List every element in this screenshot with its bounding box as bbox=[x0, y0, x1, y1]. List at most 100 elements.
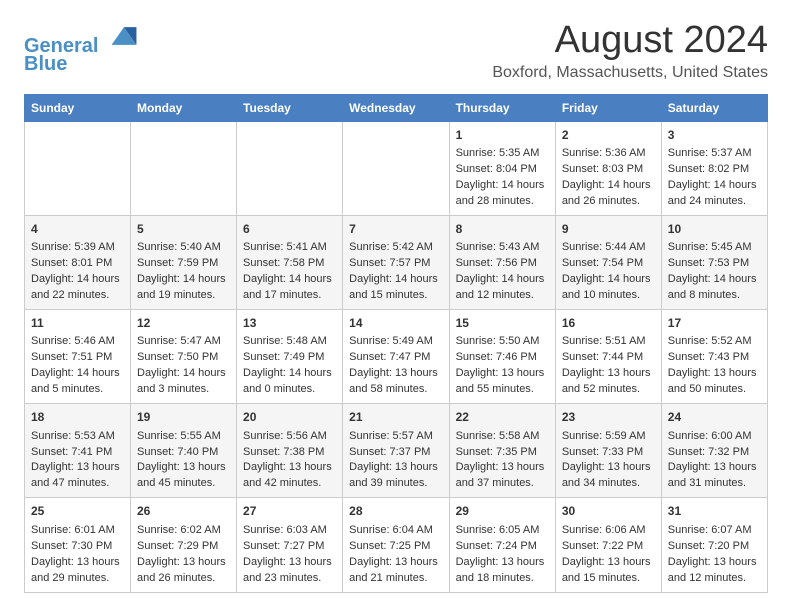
cell-text: and 23 minutes. bbox=[243, 571, 337, 587]
cell-text: Daylight: 14 hours bbox=[243, 272, 337, 288]
day-number: 7 bbox=[349, 221, 443, 238]
cell-text: Daylight: 14 hours bbox=[349, 272, 443, 288]
calendar-cell bbox=[237, 121, 343, 215]
day-number: 3 bbox=[668, 127, 762, 144]
calendar-cell: 5Sunrise: 5:40 AMSunset: 7:59 PMDaylight… bbox=[131, 215, 237, 309]
cell-text: Sunrise: 5:43 AM bbox=[456, 240, 550, 256]
cell-text: Daylight: 13 hours bbox=[349, 366, 443, 382]
calendar-cell bbox=[25, 121, 131, 215]
cell-text: Daylight: 14 hours bbox=[31, 272, 125, 288]
cell-text: Daylight: 14 hours bbox=[668, 178, 762, 194]
cell-text: Sunrise: 5:56 AM bbox=[243, 429, 337, 445]
cell-text: Sunrise: 5:48 AM bbox=[243, 334, 337, 350]
day-number: 11 bbox=[31, 315, 125, 332]
cell-text: Sunset: 8:01 PM bbox=[31, 256, 125, 272]
cell-text: and 15 minutes. bbox=[349, 288, 443, 304]
cell-text: Sunset: 8:04 PM bbox=[456, 162, 550, 178]
calendar-cell: 24Sunrise: 6:00 AMSunset: 7:32 PMDayligh… bbox=[661, 404, 767, 498]
cell-text: Sunrise: 6:00 AM bbox=[668, 429, 762, 445]
calendar-cell: 3Sunrise: 5:37 AMSunset: 8:02 PMDaylight… bbox=[661, 121, 767, 215]
day-number: 19 bbox=[137, 409, 231, 426]
cell-text: and 5 minutes. bbox=[31, 382, 125, 398]
cell-text: and 50 minutes. bbox=[668, 382, 762, 398]
calendar-cell: 15Sunrise: 5:50 AMSunset: 7:46 PMDayligh… bbox=[449, 310, 555, 404]
cell-text: Sunset: 8:03 PM bbox=[562, 162, 656, 178]
calendar-cell: 7Sunrise: 5:42 AMSunset: 7:57 PMDaylight… bbox=[343, 215, 449, 309]
logo: General Blue bbox=[24, 20, 140, 76]
calendar-cell: 6Sunrise: 5:41 AMSunset: 7:58 PMDaylight… bbox=[237, 215, 343, 309]
cell-text: and 15 minutes. bbox=[562, 571, 656, 587]
calendar-cell: 17Sunrise: 5:52 AMSunset: 7:43 PMDayligh… bbox=[661, 310, 767, 404]
cell-text: Sunrise: 5:45 AM bbox=[668, 240, 762, 256]
cell-text: Sunrise: 5:53 AM bbox=[31, 429, 125, 445]
cell-text: Daylight: 14 hours bbox=[31, 366, 125, 382]
cell-text: Sunset: 7:24 PM bbox=[456, 539, 550, 555]
day-number: 15 bbox=[456, 315, 550, 332]
cell-text: Daylight: 14 hours bbox=[562, 178, 656, 194]
cell-text: Sunrise: 5:37 AM bbox=[668, 146, 762, 162]
day-number: 27 bbox=[243, 503, 337, 520]
cell-text: Sunrise: 5:47 AM bbox=[137, 334, 231, 350]
cell-text: and 29 minutes. bbox=[31, 571, 125, 587]
cell-text: and 52 minutes. bbox=[562, 382, 656, 398]
day-number: 14 bbox=[349, 315, 443, 332]
cell-text: Sunset: 7:50 PM bbox=[137, 350, 231, 366]
cell-text: and 45 minutes. bbox=[137, 476, 231, 492]
week-row-4: 18 Sunrise: 5:53 AMSunset: 7:41 PM Dayligh… bbox=[25, 404, 768, 498]
day-header-sunday: Sunday bbox=[25, 94, 131, 121]
header-row: SundayMondayTuesdayWednesdayThursdayFrid… bbox=[25, 94, 768, 121]
cell-text: and 37 minutes. bbox=[456, 476, 550, 492]
calendar-cell: 8Sunrise: 5:43 AMSunset: 7:56 PMDaylight… bbox=[449, 215, 555, 309]
day-number: 17 bbox=[668, 315, 762, 332]
cell-text: and 39 minutes. bbox=[349, 476, 443, 492]
cell-text: Sunrise: 5:52 AM bbox=[668, 334, 762, 350]
cell-text: Daylight: 13 hours bbox=[668, 366, 762, 382]
calendar-cell: 23Sunrise: 5:59 AMSunset: 7:33 PMDayligh… bbox=[555, 404, 661, 498]
cell-text: and 58 minutes. bbox=[349, 382, 443, 398]
cell-text: Daylight: 13 hours bbox=[456, 555, 550, 571]
day-header-wednesday: Wednesday bbox=[343, 94, 449, 121]
cell-text: Sunset: 7:56 PM bbox=[456, 256, 550, 272]
cell-text: Sunset: 7:27 PM bbox=[243, 539, 337, 555]
day-number: 2 bbox=[562, 127, 656, 144]
cell-text: Sunset: 7:33 PM bbox=[562, 445, 656, 461]
calendar-cell: 26Sunrise: 6:02 AMSunset: 7:29 PMDayligh… bbox=[131, 498, 237, 592]
cell-text: Daylight: 14 hours bbox=[668, 272, 762, 288]
day-number: 1 bbox=[456, 127, 550, 144]
cell-text: Sunset: 7:35 PM bbox=[456, 445, 550, 461]
cell-text: Daylight: 14 hours bbox=[137, 366, 231, 382]
day-number: 18 bbox=[31, 409, 125, 426]
cell-text: Sunrise: 5:42 AM bbox=[349, 240, 443, 256]
cell-text: Daylight: 13 hours bbox=[456, 366, 550, 382]
cell-text: Daylight: 13 hours bbox=[137, 460, 231, 476]
day-number: 22 bbox=[456, 409, 550, 426]
cell-text: and 0 minutes. bbox=[243, 382, 337, 398]
cell-text: Sunset: 7:41 PM bbox=[31, 445, 125, 461]
day-number: 25 bbox=[31, 503, 125, 520]
cell-text: Daylight: 13 hours bbox=[668, 555, 762, 571]
day-number: 12 bbox=[137, 315, 231, 332]
cell-text: and 34 minutes. bbox=[562, 476, 656, 492]
week-row-3: 11Sunrise: 5:46 AMSunset: 7:51 PMDayligh… bbox=[25, 310, 768, 404]
week-row-2: 4Sunrise: 5:39 AMSunset: 8:01 PMDaylight… bbox=[25, 215, 768, 309]
cell-text: Sunset: 7:58 PM bbox=[243, 256, 337, 272]
cell-text: Sunset: 7:40 PM bbox=[137, 445, 231, 461]
cell-text: Daylight: 13 hours bbox=[668, 460, 762, 476]
calendar-cell: 31Sunrise: 6:07 AMSunset: 7:20 PMDayligh… bbox=[661, 498, 767, 592]
cell-text: Daylight: 13 hours bbox=[349, 555, 443, 571]
calendar-cell: 9Sunrise: 5:44 AMSunset: 7:54 PMDaylight… bbox=[555, 215, 661, 309]
cell-text: Sunrise: 6:06 AM bbox=[562, 523, 656, 539]
calendar-cell: 25Sunrise: 6:01 AMSunset: 7:30 PMDayligh… bbox=[25, 498, 131, 592]
cell-text: Sunrise: 5:39 AM bbox=[31, 240, 125, 256]
week-row-1: 1Sunrise: 5:35 AMSunset: 8:04 PMDaylight… bbox=[25, 121, 768, 215]
cell-text: Sunrise: 6:02 AM bbox=[137, 523, 231, 539]
cell-text: Sunset: 7:47 PM bbox=[349, 350, 443, 366]
cell-text: Daylight: 14 hours bbox=[456, 272, 550, 288]
cell-text: Sunset: 7:49 PM bbox=[243, 350, 337, 366]
cell-text: Daylight: 13 hours bbox=[349, 460, 443, 476]
title-block: August 2024 Boxford, Massachusetts, Unit… bbox=[492, 20, 768, 82]
day-number: 30 bbox=[562, 503, 656, 520]
day-number: 23 bbox=[562, 409, 656, 426]
cell-text: Sunrise: 5:41 AM bbox=[243, 240, 337, 256]
cell-text: Sunrise: 5:51 AM bbox=[562, 334, 656, 350]
